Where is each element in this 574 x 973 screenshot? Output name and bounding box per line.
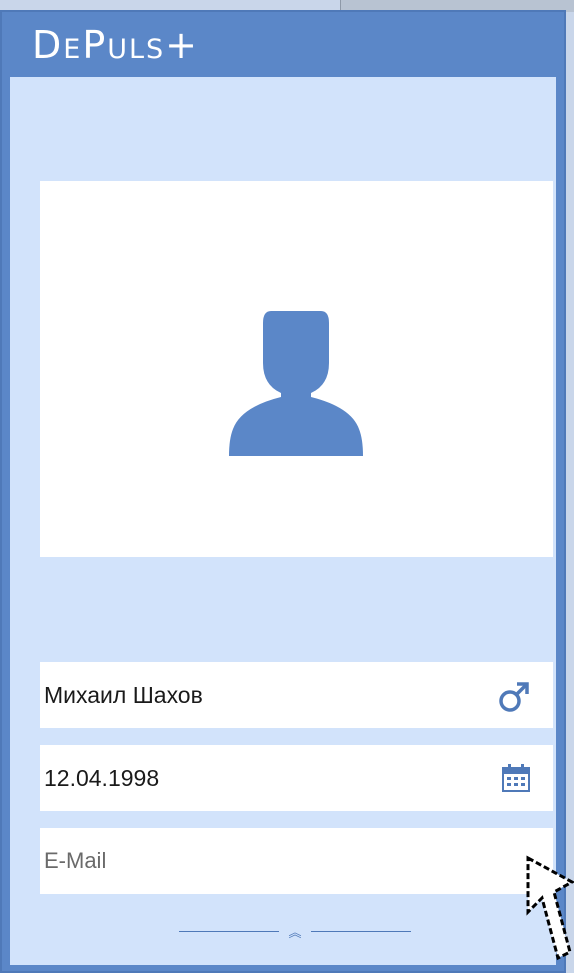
- app-logo: DePuls+: [32, 20, 352, 70]
- user-silhouette-icon: [229, 311, 363, 456]
- chevron-up-icon[interactable]: ︽: [279, 922, 311, 941]
- mouse-cursor-icon: [526, 855, 574, 961]
- male-icon[interactable]: [497, 680, 531, 719]
- calendar-icon[interactable]: [501, 763, 531, 798]
- birth-date-value: 12.04.1998: [44, 764, 160, 791]
- email-field[interactable]: E-Mail: [40, 828, 553, 894]
- birth-date-field[interactable]: 12.04.1998: [40, 745, 553, 811]
- profile-panel: Михаил Шахов 12.04.1998 E-Mail ︽: [10, 77, 556, 965]
- name-value: Михаил Шахов: [44, 681, 203, 708]
- logo-text: DePuls+: [32, 23, 200, 67]
- avatar-area[interactable]: [40, 181, 553, 557]
- email-placeholder: E-Mail: [44, 848, 107, 873]
- divider-right: [311, 930, 411, 932]
- divider-left: [179, 930, 279, 932]
- expand-toggle[interactable]: ︽: [160, 922, 430, 941]
- name-field[interactable]: Михаил Шахов: [40, 662, 553, 728]
- app-frame: DePuls+ Михаил Шахов 12.04.1998 E-Mail ︽: [0, 10, 566, 973]
